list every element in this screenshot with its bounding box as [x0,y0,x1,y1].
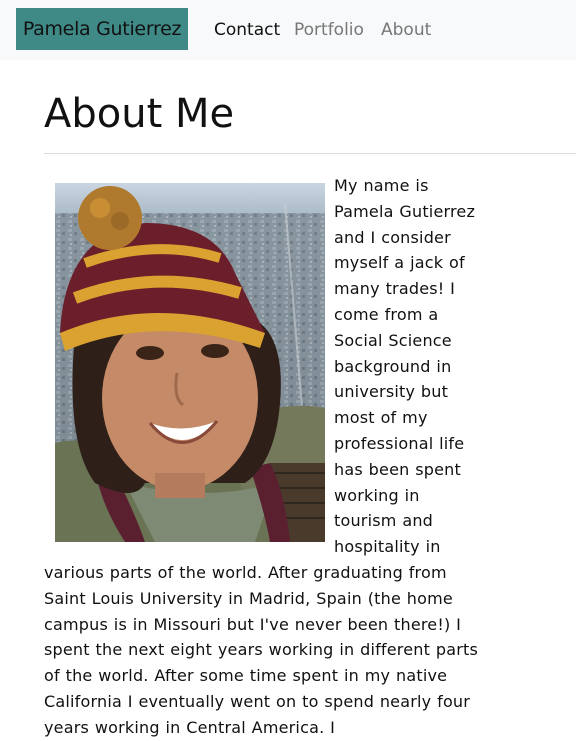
nav-link-about[interactable]: About [381,18,431,42]
page-title: About Me [44,91,235,137]
navbar: Pamela Gutierrez Contact Portfolio About [0,0,576,60]
photo-float-spacer [44,173,334,558]
nav-link-contact[interactable]: Contact [214,18,280,42]
nav-link-portfolio[interactable]: Portfolio [294,18,364,42]
brand-logo[interactable]: Pamela Gutierrez [16,8,188,50]
title-divider [44,153,576,154]
about-paragraph: My name is Pamela Gutierrez and I consid… [44,173,479,741]
